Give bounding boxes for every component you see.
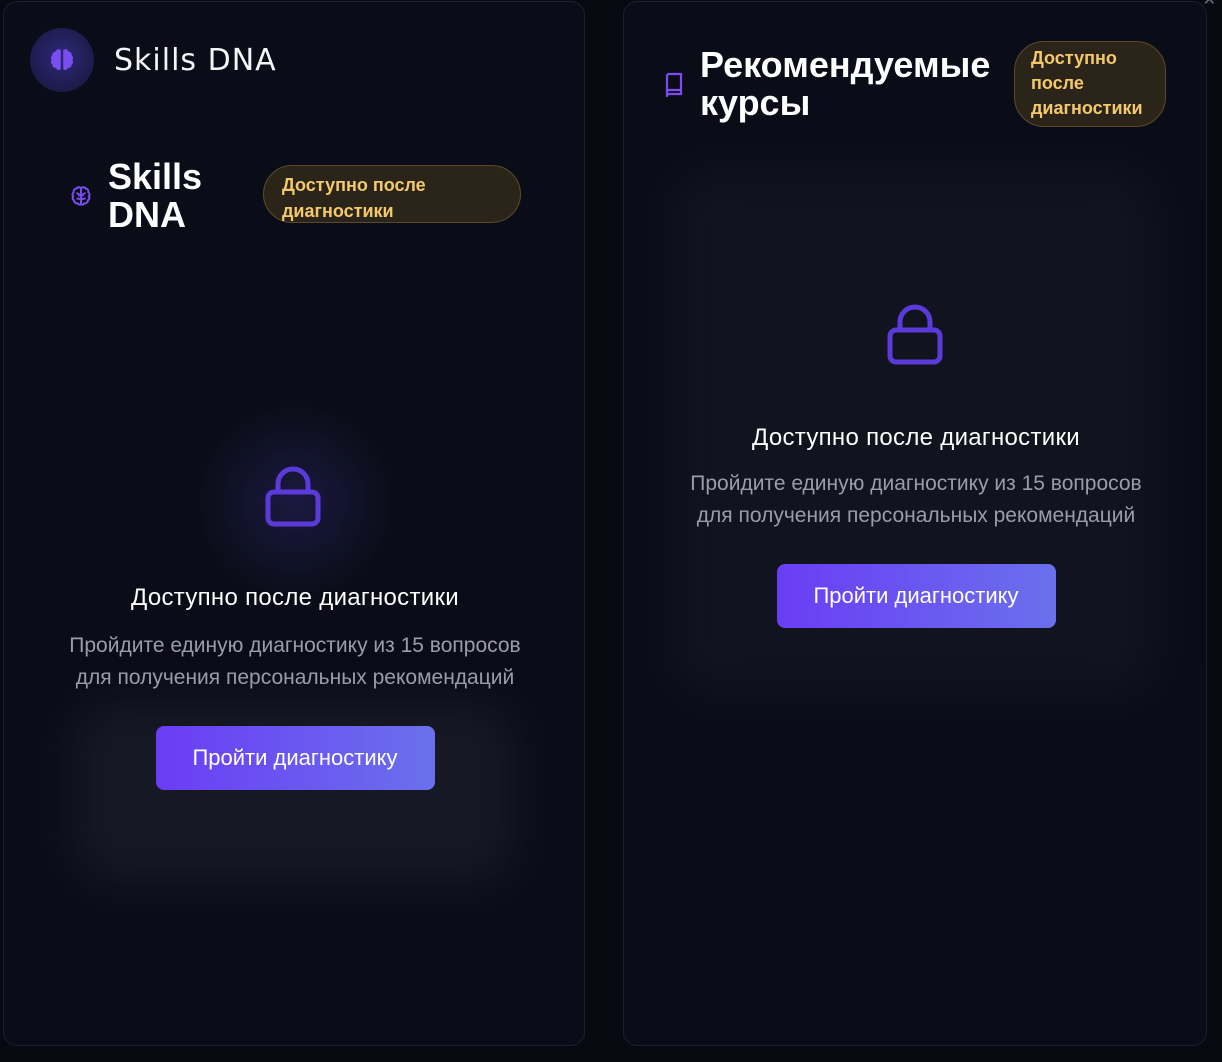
status-badge: Доступно после диагностики xyxy=(1014,41,1166,127)
section-title: Skills DNA xyxy=(108,156,203,235)
start-diagnostics-button[interactable]: Пройти диагностику xyxy=(155,726,435,790)
locked-content: Доступно после диагностики Пройдите един… xyxy=(624,292,1206,628)
locked-title: Доступно после диагностики xyxy=(752,424,1080,451)
brand-header: Skills DNA xyxy=(30,28,277,92)
section-header: Skills DNA xyxy=(68,158,228,234)
start-diagnostics-button[interactable]: Пройти диагностику xyxy=(776,564,1056,628)
lock-icon xyxy=(884,302,946,373)
brain-icon xyxy=(68,183,94,214)
book-icon xyxy=(664,72,684,122)
section-title: Рекомендуемые курсы xyxy=(700,44,991,123)
status-badge: Доступно после диагностики xyxy=(263,165,521,223)
locked-content: Доступно после диагностики Пройдите един… xyxy=(4,402,584,790)
brand-title: Skills DNA xyxy=(114,42,277,78)
lock-icon xyxy=(262,464,324,535)
section-header: Рекомендуемые курсы xyxy=(664,46,1020,122)
skills-dna-panel: Skills DNA Skills DNA Доступно после диа… xyxy=(3,1,585,1046)
recommended-courses-panel: Рекомендуемые курсы Доступно после диагн… xyxy=(623,1,1207,1046)
locked-description: Пройдите единую диагностику из 15 вопрос… xyxy=(690,472,1142,527)
locked-description: Пройдите единую диагностику из 15 вопрос… xyxy=(69,634,521,689)
brain-icon xyxy=(30,28,94,92)
